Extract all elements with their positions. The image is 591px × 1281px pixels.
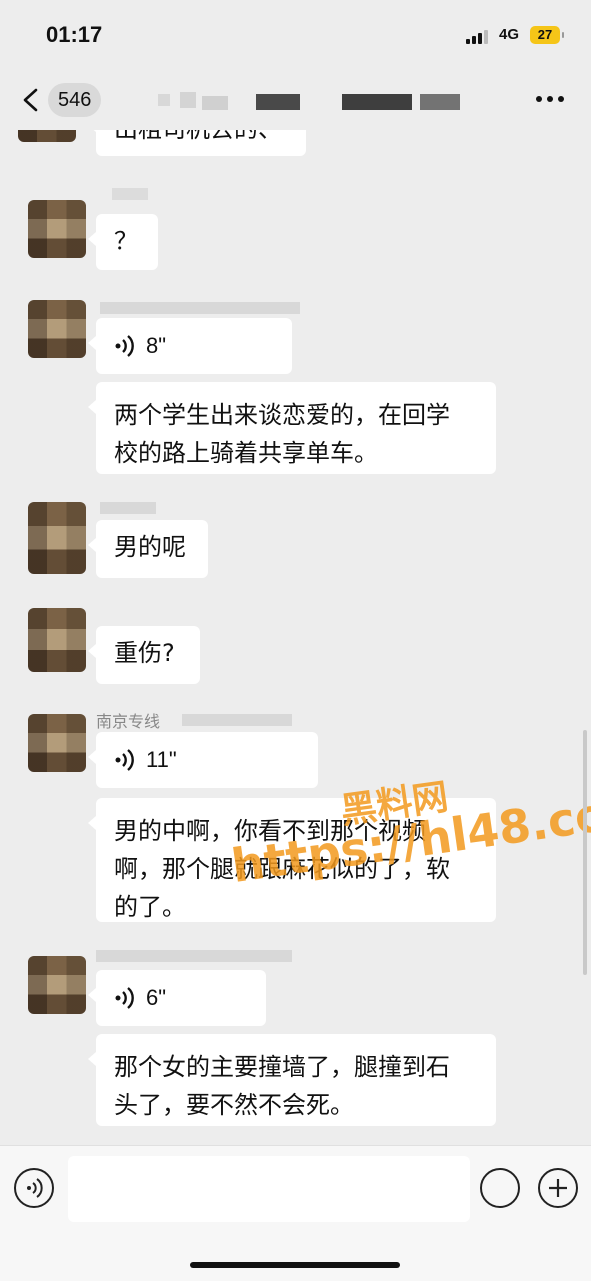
status-bar: 01:17 4G 27 [0, 0, 591, 70]
plus-icon[interactable] [538, 1168, 578, 1208]
message-bubble[interactable]: 那个女的主要撞墙了，腿撞到石 头了，要不然不会死。 [88, 1034, 496, 1126]
message-text: 出租司机去的、 [114, 130, 282, 143]
battery-icon: 27 [530, 26, 564, 44]
message-bubble[interactable]: 两个学生出来谈恋爱的，在回学 校的路上骑着共享单车。 [88, 382, 496, 474]
voice-message[interactable]: 11" [88, 732, 318, 788]
message-text-line: 的了。 [114, 893, 186, 921]
message-text-line: 那个女的主要撞墙了，腿撞到石 [114, 1053, 450, 1081]
message-text: ？ [114, 227, 138, 255]
scrollbar[interactable] [583, 730, 587, 975]
message-input[interactable] [68, 1156, 470, 1222]
avatar[interactable] [28, 300, 86, 358]
voice-wave-icon [115, 335, 134, 357]
avatar[interactable] [28, 608, 86, 672]
emoji-icon[interactable] [480, 1168, 520, 1208]
sender-name: 南京专线 [96, 712, 161, 731]
message-list[interactable]: 出租司机去的、 ？ 8" 两个学生出来谈恋爱的，在回学 校的路上骑着共享单车。 … [0, 130, 591, 1145]
voice-message[interactable]: 8" [88, 318, 292, 374]
chat-header: 546 [0, 70, 591, 130]
voice-duration: 8" [146, 333, 167, 358]
message-bubble[interactable]: 出租司机去的、 [88, 130, 306, 156]
status-time: 01:17 [46, 22, 103, 47]
unread-count-badge[interactable]: 546 [48, 83, 102, 117]
avatar[interactable] [28, 502, 86, 574]
avatar[interactable] [28, 714, 86, 772]
avatar[interactable] [28, 956, 86, 1014]
back-chevron-icon[interactable] [20, 88, 42, 112]
network-type: 4G [499, 26, 520, 43]
message-bubble[interactable]: 男的呢 [88, 520, 208, 578]
more-options-icon[interactable] [536, 96, 566, 104]
message-text: 男的呢 [114, 533, 186, 561]
voice-input-toggle-icon[interactable] [14, 1168, 54, 1208]
message-bubble[interactable]: ？ [88, 214, 158, 270]
voice-wave-icon [115, 987, 134, 1009]
avatar[interactable] [28, 200, 86, 258]
home-indicator[interactable] [190, 1262, 400, 1268]
signal-icon [466, 30, 492, 44]
message-text-line: 头了，要不然不会死。 [114, 1091, 354, 1119]
message-text-line: 啊，那个腿就跟麻花似的了，软 [114, 855, 450, 883]
voice-duration: 6" [146, 985, 167, 1010]
input-bar [0, 1145, 591, 1281]
voice-message[interactable]: 6" [88, 970, 266, 1026]
message-bubble[interactable]: 男的中啊，你看不到那个视频 啊，那个腿就跟麻花似的了，软 的了。 [88, 798, 496, 922]
voice-wave-icon [115, 749, 134, 771]
avatar[interactable] [18, 130, 76, 142]
message-text: 重伤? [114, 639, 175, 667]
message-text-line: 两个学生出来谈恋爱的，在回学 [114, 401, 450, 429]
message-text-line: 男的中啊，你看不到那个视频 [114, 817, 426, 845]
voice-duration: 11" [146, 747, 177, 772]
chat-title-redacted [150, 92, 470, 112]
message-bubble[interactable]: 重伤? [88, 626, 200, 684]
message-text-line: 校的路上骑着共享单车。 [114, 439, 378, 467]
